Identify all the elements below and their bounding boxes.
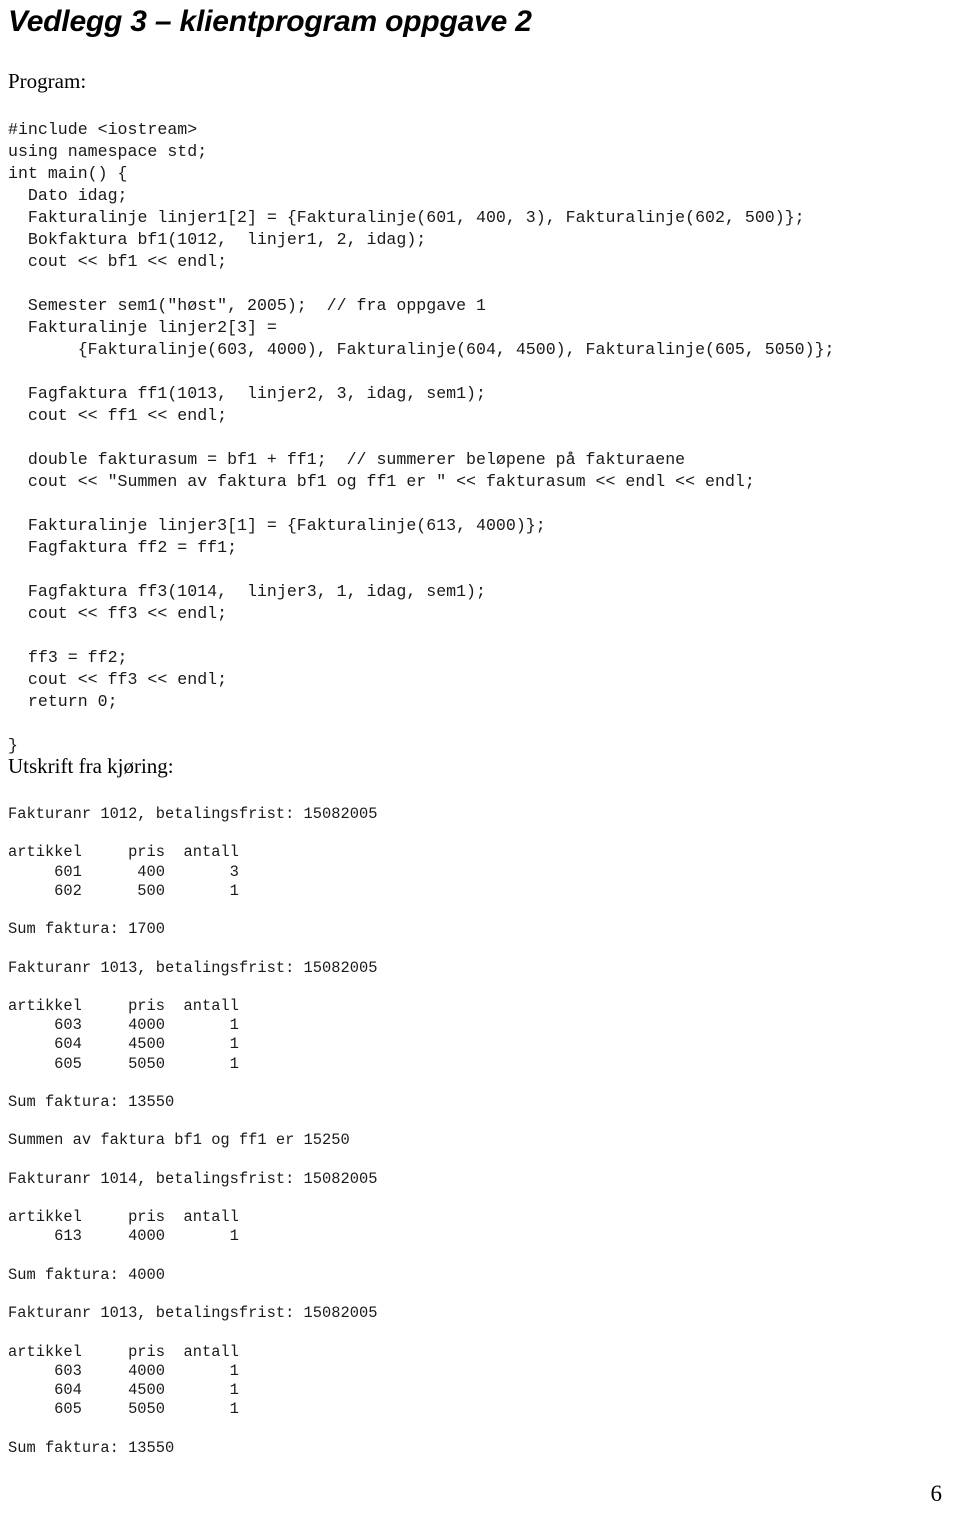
program-run-output: Fakturanr 1012, betalingsfrist: 15082005… bbox=[8, 805, 378, 1457]
page-title: Vedlegg 3 – klientprogram oppgave 2 bbox=[8, 5, 532, 38]
program-source-code: #include <iostream> using namespace std;… bbox=[8, 120, 835, 755]
section-heading-output: Utskrift fra kjøring: bbox=[8, 754, 174, 778]
document-page: Vedlegg 3 – klientprogram oppgave 2 Prog… bbox=[0, 0, 960, 1515]
page-number: 6 bbox=[930, 1481, 943, 1506]
section-heading-program: Program: bbox=[8, 69, 87, 93]
